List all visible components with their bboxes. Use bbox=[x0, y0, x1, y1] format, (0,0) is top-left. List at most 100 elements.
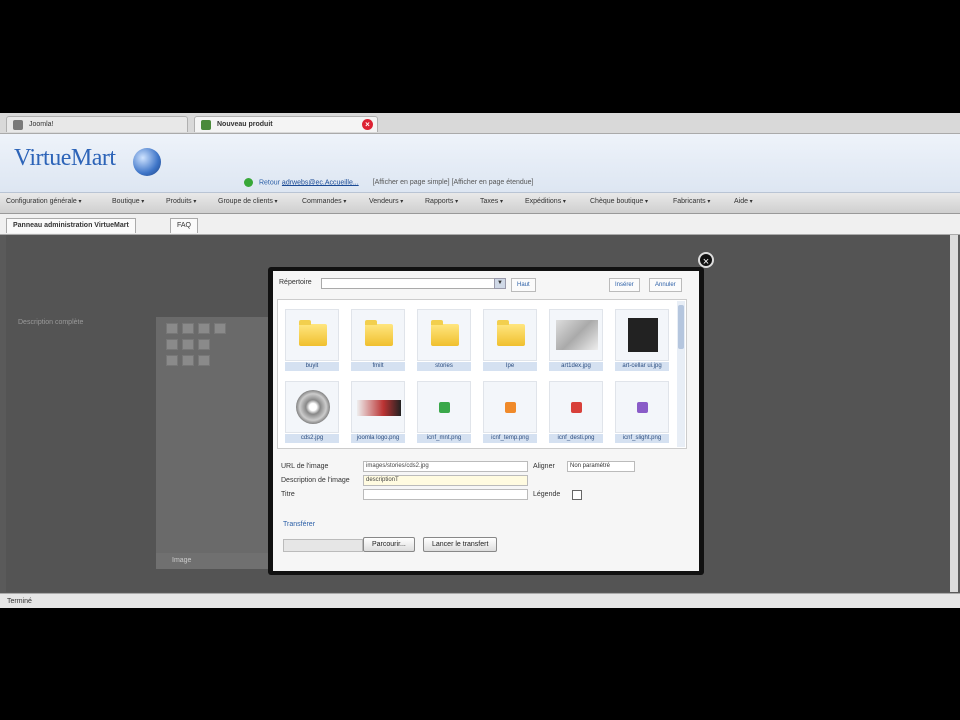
insert-button[interactable]: Insérer bbox=[609, 278, 640, 292]
tab-faq[interactable]: FAQ bbox=[170, 218, 199, 233]
tab-nouveau-produit[interactable]: Nouveau produit × bbox=[194, 116, 378, 132]
menu-taxes[interactable]: Taxes bbox=[480, 198, 503, 205]
caption-label: Légende bbox=[533, 491, 561, 498]
orange-square-icon bbox=[505, 402, 516, 413]
page-scrollbar[interactable] bbox=[950, 235, 958, 592]
thumbnail bbox=[417, 309, 471, 361]
red-square-icon bbox=[571, 402, 582, 413]
thumbnail bbox=[351, 309, 405, 361]
purple-square-icon bbox=[637, 402, 648, 413]
green-square-icon bbox=[439, 402, 450, 413]
file-item-image[interactable]: art-cellar ui.jpg bbox=[612, 306, 672, 374]
page-icon bbox=[13, 120, 23, 130]
photo-thumbnail bbox=[628, 318, 658, 352]
thumbnail bbox=[483, 309, 537, 361]
tab-label: Joomla! bbox=[29, 121, 54, 128]
thumbnail bbox=[615, 309, 669, 361]
title-field[interactable] bbox=[363, 489, 528, 500]
file-item-image[interactable]: icnf_mnt.png bbox=[414, 378, 474, 446]
thumbnail bbox=[615, 381, 669, 433]
file-item-image[interactable]: icnf_desti.png bbox=[546, 378, 606, 446]
notice: Retour adrwebs@ec.Accueille... [Afficher… bbox=[244, 178, 534, 187]
file-item-image[interactable]: icnf_slight.png bbox=[612, 378, 672, 446]
italic-icon[interactable] bbox=[182, 323, 194, 334]
link-icon[interactable] bbox=[198, 355, 210, 366]
tab-joomla[interactable]: Joomla! bbox=[6, 116, 188, 132]
cancel-button[interactable]: Annuler bbox=[649, 278, 682, 292]
tab-panneau-admin[interactable]: Panneau administration VirtueMart bbox=[6, 218, 136, 233]
file-name: stories bbox=[417, 362, 471, 371]
header: VirtueMart Retour adrwebs@ec.Accueille..… bbox=[0, 134, 960, 193]
folder-icon bbox=[299, 320, 327, 346]
menu-configuration[interactable]: Configuration générale bbox=[6, 198, 82, 205]
up-button[interactable]: Haut bbox=[511, 278, 536, 292]
align-center-icon[interactable] bbox=[182, 339, 194, 350]
strike-icon[interactable] bbox=[214, 323, 226, 334]
notice-link[interactable]: adrwebs@ec.Accueille... bbox=[282, 179, 359, 186]
thumbnail bbox=[285, 309, 339, 361]
file-item-image[interactable]: art1dex.jpg bbox=[546, 306, 606, 374]
menu-cheque-boutique[interactable]: Chèque boutique bbox=[590, 198, 648, 205]
file-name: buyit bbox=[285, 362, 339, 371]
file-name: icnf_temp.png bbox=[483, 434, 537, 443]
bold-icon[interactable] bbox=[166, 323, 178, 334]
logo-thumbnail bbox=[357, 400, 401, 416]
folder-icon bbox=[431, 320, 459, 346]
status-bar: Terminé bbox=[0, 593, 960, 608]
close-tab-icon[interactable]: × bbox=[362, 119, 373, 130]
align-select[interactable]: Non paramétré bbox=[567, 461, 635, 472]
menu-groupe-clients[interactable]: Groupe de clients bbox=[218, 198, 278, 205]
menu-expeditions[interactable]: Expéditions bbox=[525, 198, 566, 205]
underline-icon[interactable] bbox=[198, 323, 210, 334]
directory-select[interactable] bbox=[321, 278, 501, 289]
thumbnail bbox=[549, 381, 603, 433]
file-name: joomla logo.png bbox=[351, 434, 405, 443]
align-left-icon[interactable] bbox=[166, 339, 178, 350]
file-item-image[interactable]: cds2.jpg bbox=[282, 378, 342, 446]
file-item-folder[interactable]: buyit bbox=[282, 306, 342, 374]
browse-button[interactable]: Parcourir... bbox=[363, 537, 415, 552]
menu-aide[interactable]: Aide bbox=[734, 198, 753, 205]
menu-boutique[interactable]: Boutique bbox=[112, 198, 144, 205]
grid-scrollbar[interactable] bbox=[677, 301, 685, 447]
photo-thumbnail bbox=[556, 320, 598, 350]
start-upload-button[interactable]: Lancer le transfert bbox=[423, 537, 498, 552]
rich-text-editor[interactable] bbox=[156, 317, 276, 567]
browser-tab-bar: Joomla! Nouveau produit × bbox=[0, 113, 960, 134]
menu-fabricants[interactable]: Fabricants bbox=[673, 198, 710, 205]
main-menu: Configuration générale Boutique Produits… bbox=[0, 193, 960, 214]
view-mode-links[interactable]: [Afficher en page simple] [Afficher en p… bbox=[373, 179, 534, 186]
directory-label: Répertoire bbox=[279, 279, 312, 286]
description-field[interactable]: descriptionT bbox=[363, 475, 528, 486]
caption-checkbox[interactable] bbox=[572, 490, 582, 500]
upload-row: Parcourir... Lancer le transfert bbox=[283, 537, 687, 553]
file-name: art1dex.jpg bbox=[549, 362, 603, 371]
file-item-image[interactable]: joomla logo.png bbox=[348, 378, 408, 446]
thumbnail bbox=[549, 309, 603, 361]
menu-rapports[interactable]: Rapports bbox=[425, 198, 458, 205]
file-name: Ipe bbox=[483, 362, 537, 371]
file-name: art-cellar ui.jpg bbox=[615, 362, 669, 371]
file-item-folder[interactable]: fmilt bbox=[348, 306, 408, 374]
menu-produits[interactable]: Produits bbox=[166, 198, 196, 205]
upload-title: Transférer bbox=[283, 521, 316, 528]
image-manager-body: Répertoire ▼ Haut Insérer Annuler buyit … bbox=[273, 271, 699, 571]
scrollbar-thumb[interactable] bbox=[678, 305, 684, 349]
thumbnail bbox=[285, 381, 339, 433]
url-field[interactable]: images/stories/cds2.jpg bbox=[363, 461, 528, 472]
align-right-icon[interactable] bbox=[198, 339, 210, 350]
close-icon[interactable]: × bbox=[698, 252, 714, 268]
file-item-image[interactable]: icnf_temp.png bbox=[480, 378, 540, 446]
menu-vendeurs[interactable]: Vendeurs bbox=[369, 198, 403, 205]
file-item-folder[interactable]: stories bbox=[414, 306, 474, 374]
title-label: Titre bbox=[281, 491, 295, 498]
file-item-folder[interactable]: Ipe bbox=[480, 306, 540, 374]
chevron-down-icon[interactable]: ▼ bbox=[494, 278, 506, 289]
undo-icon[interactable] bbox=[166, 355, 178, 366]
image-properties-form: URL de l'image images/stories/cds2.jpg A… bbox=[277, 454, 687, 514]
upload-file-field[interactable] bbox=[283, 539, 363, 552]
editor-image-button[interactable]: Image bbox=[156, 553, 276, 569]
redo-icon[interactable] bbox=[182, 355, 194, 366]
url-label: URL de l'image bbox=[281, 463, 329, 470]
menu-commandes[interactable]: Commandes bbox=[302, 198, 346, 205]
